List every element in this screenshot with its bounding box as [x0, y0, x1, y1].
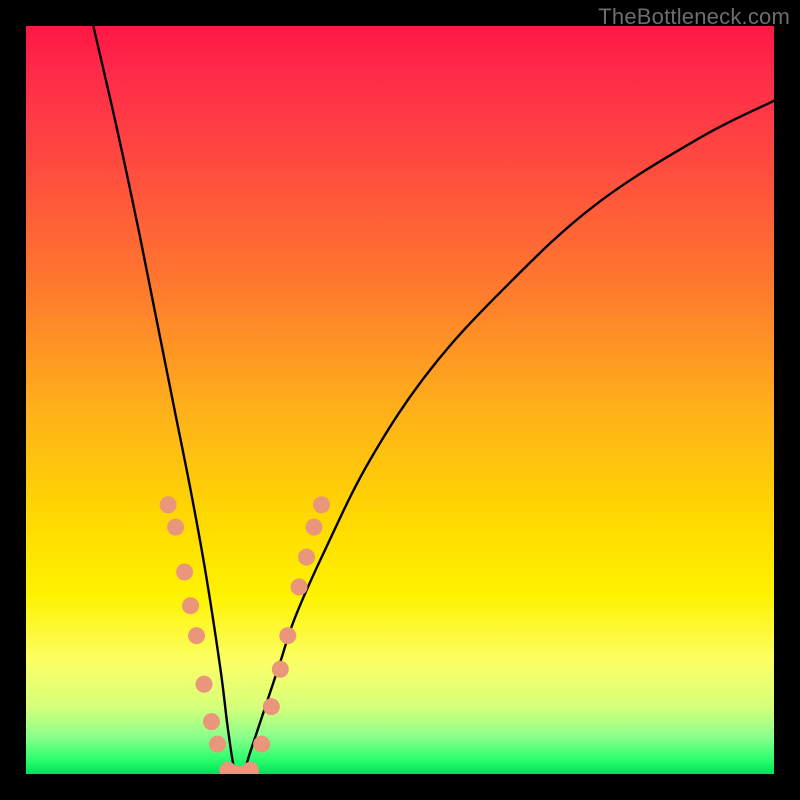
data-marker — [291, 579, 308, 596]
bottleneck-curve — [93, 26, 774, 774]
data-marker — [263, 698, 280, 715]
data-marker — [176, 564, 193, 581]
watermark-text: TheBottleneck.com — [598, 4, 790, 30]
data-marker — [203, 713, 220, 730]
data-marker — [167, 519, 184, 536]
data-marker — [253, 736, 270, 753]
data-marker — [313, 496, 330, 513]
marker-layer — [160, 496, 330, 774]
data-marker — [242, 762, 259, 774]
data-marker — [279, 627, 296, 644]
bottleneck-chart — [26, 26, 774, 774]
data-marker — [209, 736, 226, 753]
curve-layer — [93, 26, 774, 774]
data-marker — [188, 627, 205, 644]
data-marker — [298, 549, 315, 566]
data-marker — [196, 676, 213, 693]
plot-area — [26, 26, 774, 774]
data-marker — [182, 597, 199, 614]
data-marker — [160, 496, 177, 513]
data-marker — [272, 661, 289, 678]
data-marker — [305, 519, 322, 536]
